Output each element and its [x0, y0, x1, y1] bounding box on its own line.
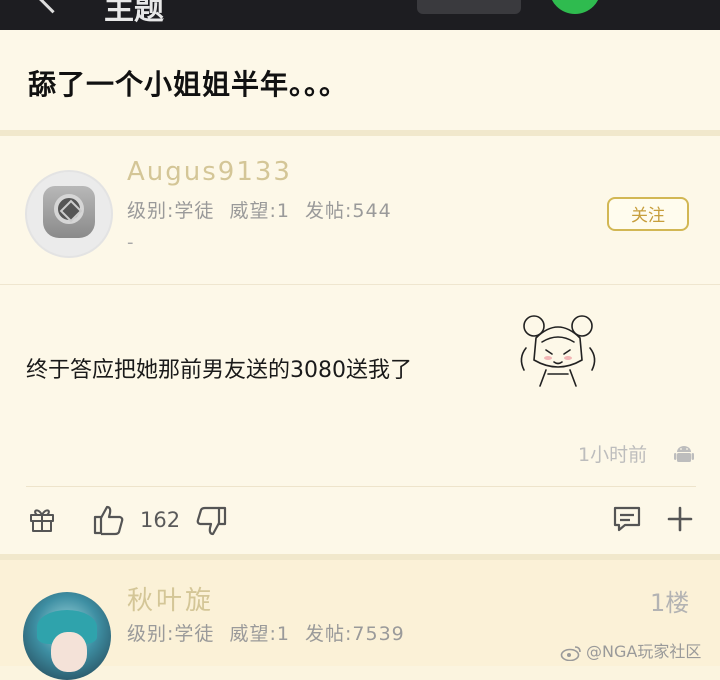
comment-icon[interactable] — [612, 504, 642, 534]
top-app-bar: 主题 — [0, 0, 720, 30]
author-signature: - — [127, 232, 134, 253]
level-label: 级别: — [127, 200, 175, 222]
author-avatar[interactable] — [25, 170, 113, 258]
level-value: 学徒 — [174, 623, 215, 645]
reply-author-meta: 级别:学徒 威望:1 发帖:7539 — [127, 619, 405, 646]
prestige-value: 1 — [276, 623, 290, 645]
posts-label: 发帖: — [305, 200, 353, 222]
avatar-face — [51, 632, 87, 672]
follow-button[interactable]: 关注 — [607, 197, 689, 231]
reply-author-avatar[interactable] — [23, 592, 111, 680]
posts-value: 544 — [352, 200, 392, 222]
action-bar-divider — [26, 486, 696, 487]
thumbs-up-icon[interactable] — [92, 503, 126, 537]
back-arrow-icon[interactable] — [37, 0, 68, 14]
author-username[interactable]: Augus9133 — [127, 157, 292, 187]
watermark-text: @NGA玩家社区 — [586, 642, 702, 661]
thumbs-down-icon[interactable] — [194, 505, 228, 539]
anime-sticker-image — [520, 315, 596, 387]
helmet-visor — [54, 194, 84, 224]
posts-label: 发帖: — [305, 623, 353, 645]
app-bar-menu-button[interactable] — [417, 0, 521, 14]
add-icon[interactable] — [666, 505, 694, 533]
like-count: 162 — [140, 508, 181, 532]
app-bar-title: 主题 — [104, 0, 164, 27]
prestige-label: 威望: — [229, 200, 277, 222]
android-icon — [674, 446, 694, 462]
thread-title-area: 舔了一个小姐姐半年。。。 — [0, 30, 720, 130]
prestige-label: 威望: — [229, 623, 277, 645]
level-value: 学徒 — [174, 200, 215, 222]
posts-value: 7539 — [352, 623, 405, 645]
post-header-divider — [0, 284, 720, 285]
gift-icon[interactable] — [28, 505, 56, 533]
reply-author-username[interactable]: 秋叶旋 — [127, 580, 214, 617]
prestige-value: 1 — [276, 200, 290, 222]
author-meta: 级别:学徒 威望:1 发帖:544 — [127, 196, 392, 223]
level-label: 级别: — [127, 623, 175, 645]
thread-title: 舔了一个小姐姐半年。。。 — [28, 68, 349, 101]
app-bar-action-button[interactable] — [549, 0, 601, 14]
watermark: @NGA玩家社区 — [560, 638, 701, 662]
weibo-icon — [560, 645, 581, 661]
post-content: 终于答应把她那前男友送的3080送我了 — [26, 358, 412, 383]
post-time: 1小时前 — [578, 444, 648, 466]
floor-number: 1楼 — [650, 589, 690, 617]
